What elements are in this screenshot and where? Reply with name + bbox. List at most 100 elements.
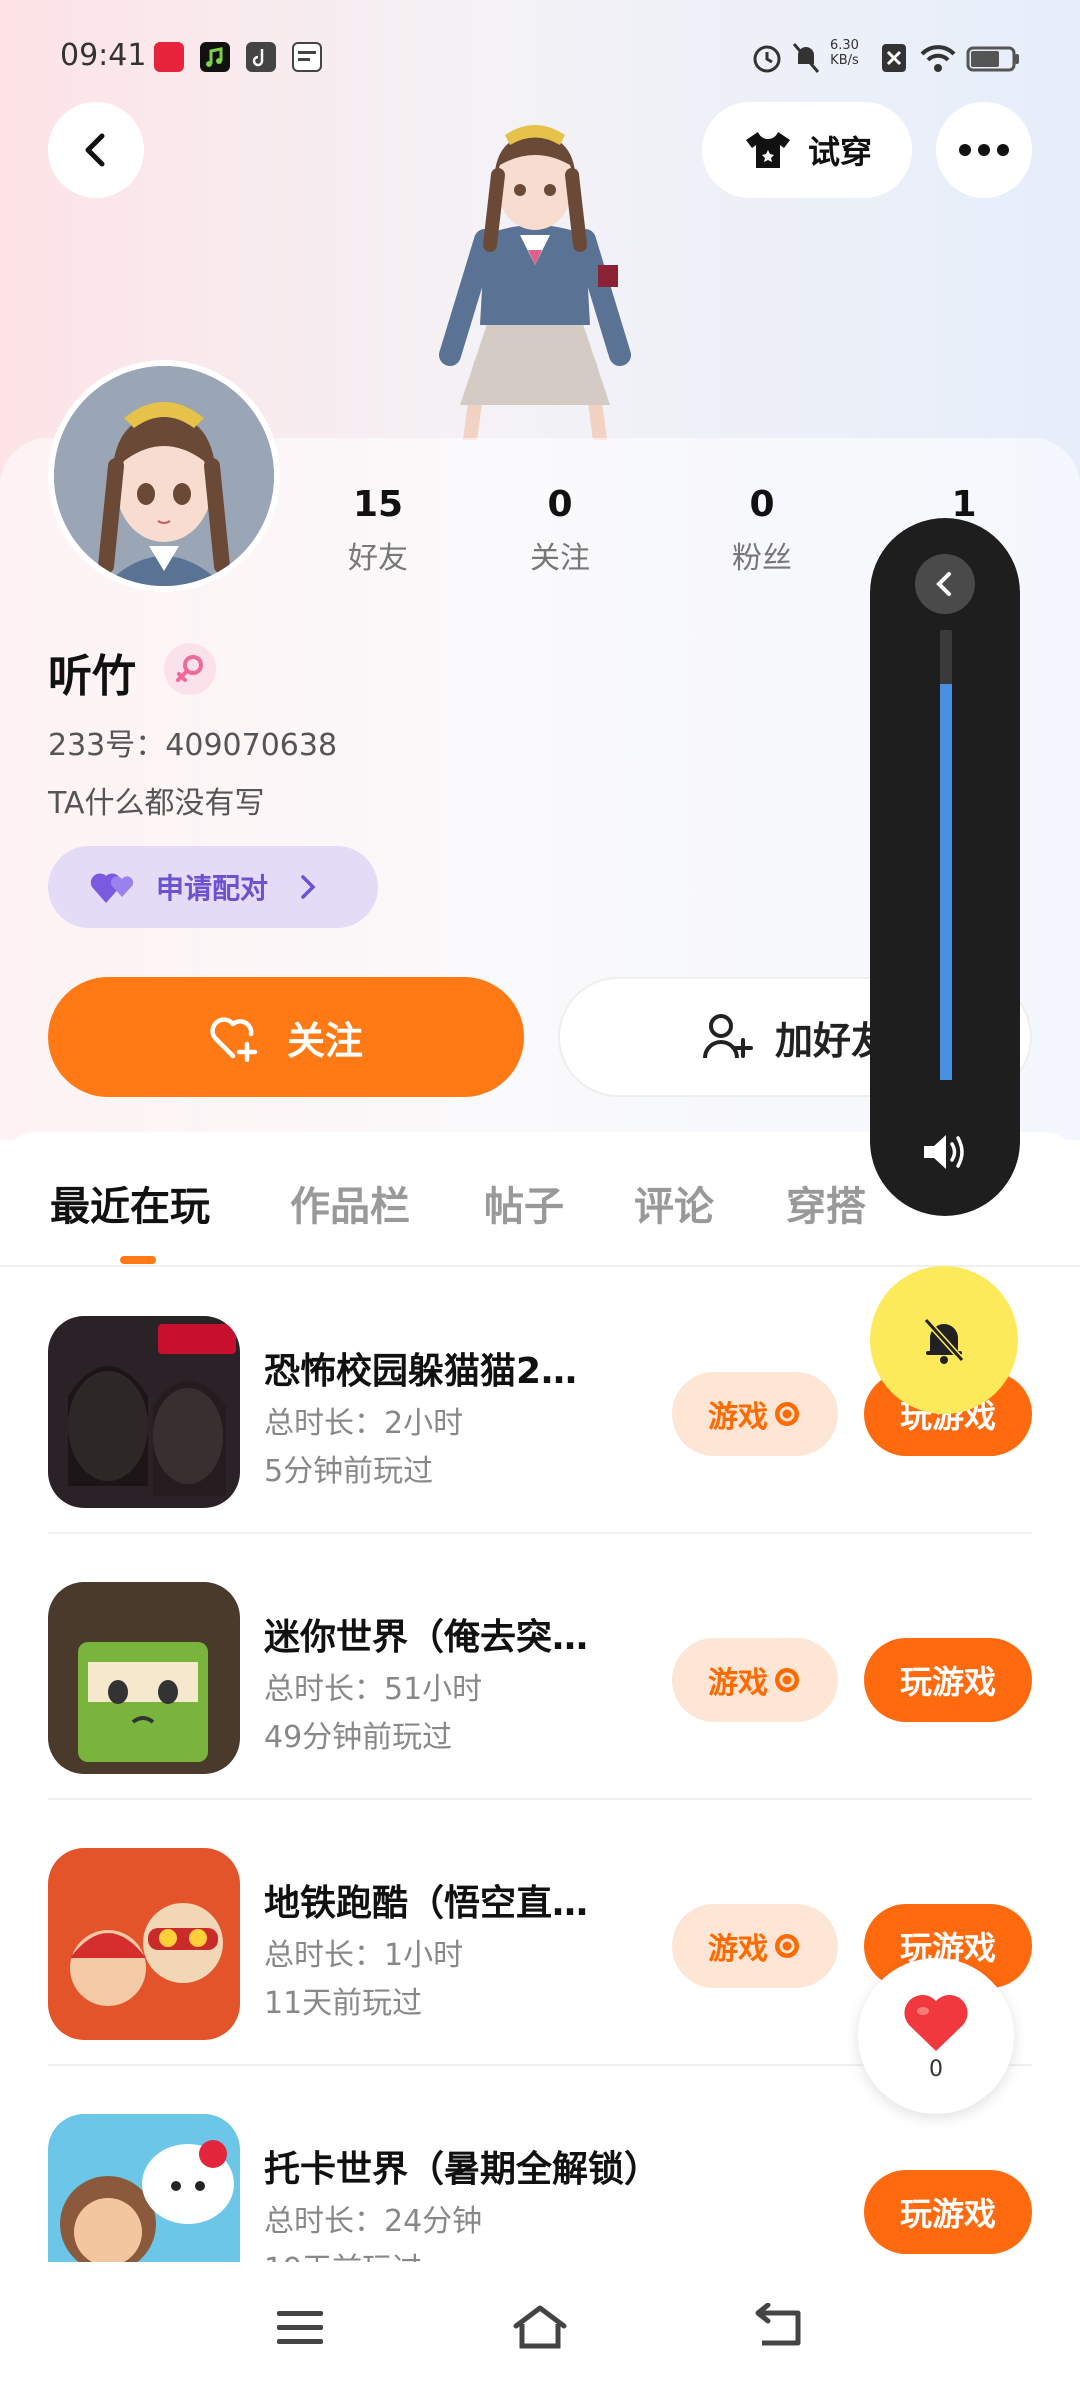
- home-icon: [513, 2305, 567, 2349]
- game-title: 地铁跑酷（悟空直…: [264, 1883, 589, 1924]
- like-count: 0: [929, 2056, 943, 2082]
- notification-app-icon: [154, 42, 184, 72]
- game-coin-label: 游戏: [708, 1400, 768, 1435]
- game-duration: 总时长：2小时: [264, 1406, 464, 1441]
- volume-slider-fill: [940, 684, 952, 1080]
- game-duration: 总时长：1小时: [264, 1938, 464, 1973]
- apply-pair-label: 申请配对: [156, 872, 269, 905]
- game-last-played: 19天前玩过: [264, 2244, 422, 2262]
- game-title: 恐怖校园躲猫猫2…: [264, 1351, 578, 1392]
- profile-bio: TA什么都没有写: [48, 786, 265, 821]
- chevron-right-icon: [301, 875, 316, 899]
- tab-comments[interactable]: 评论: [634, 1174, 714, 1232]
- stat-friends-value: 15: [352, 484, 404, 525]
- tab-posts[interactable]: 帖子: [484, 1174, 564, 1232]
- tiktok-app-icon: [246, 42, 276, 72]
- game-row[interactable]: 托卡世界（暑期全解锁） 总时长：24分钟 19天前玩过 玩游戏: [48, 2066, 1032, 2262]
- stat-fourth-value: 1: [951, 484, 977, 525]
- user-id-value: 409070638: [165, 728, 338, 763]
- character-figure: [439, 125, 631, 440]
- try-on-label: 试穿: [807, 133, 872, 171]
- tab-recent-played[interactable]: 最近在玩: [50, 1174, 210, 1232]
- coin-icon: [775, 1402, 799, 1426]
- stat-friends-label: 好友: [348, 541, 408, 576]
- follow-label: 关注: [286, 1018, 363, 1063]
- tab-outfits[interactable]: 穿搭: [786, 1174, 866, 1232]
- game-coin-label: 游戏: [708, 1932, 768, 1967]
- game-last-played: 5分钟前玩过: [264, 1454, 434, 1489]
- sim-off-icon: [882, 44, 906, 72]
- mute-icon: [792, 43, 820, 73]
- battery-icon: [966, 46, 1019, 72]
- more-button[interactable]: [936, 102, 1032, 198]
- stat-following[interactable]: 0 关注: [500, 484, 620, 577]
- avatar-image: [54, 366, 274, 586]
- nav-back-button[interactable]: [745, 2292, 815, 2362]
- tshirt-icon: [745, 132, 790, 168]
- play-game-button[interactable]: 玩游戏: [864, 1638, 1032, 1722]
- game-thumbnail: [48, 2114, 240, 2262]
- card-app-icon: [292, 42, 322, 72]
- back-button[interactable]: [48, 102, 144, 198]
- chevron-left-icon: [85, 133, 105, 167]
- volume-collapse-button[interactable]: [915, 554, 975, 614]
- game-thumbnail: [48, 1582, 240, 1774]
- stat-fans[interactable]: 0 粉丝: [702, 484, 822, 577]
- bell-off-icon: [923, 1317, 965, 1364]
- game-icon-hide-seek[interactable]: [48, 1316, 240, 1508]
- game-icon-toca-world[interactable]: [48, 2114, 240, 2262]
- more-dots-icon: [959, 144, 1009, 156]
- volume-speaker-button[interactable]: [915, 1122, 975, 1182]
- speaker-icon: [924, 1135, 964, 1169]
- mute-notification-button[interactable]: [870, 1266, 1018, 1414]
- heart-plus-icon: [210, 1017, 258, 1062]
- try-on-button[interactable]: 试穿: [702, 102, 912, 198]
- status-time: 09:41: [60, 38, 147, 73]
- coin-icon: [775, 1934, 799, 1958]
- menu-icon: [277, 2311, 323, 2344]
- female-icon: [176, 655, 203, 682]
- stat-fans-label: 粉丝: [732, 541, 792, 576]
- gender-badge: [164, 643, 216, 695]
- user-id: 233号：409070638: [48, 720, 337, 764]
- game-last-played: 11天前玩过: [264, 1986, 423, 2021]
- play-game-button[interactable]: 玩游戏: [864, 2170, 1032, 2254]
- game-thumbnail: [48, 1316, 240, 1508]
- game-last-played: 49分钟前玩过: [264, 1720, 453, 1755]
- return-icon: [755, 2303, 801, 2346]
- game-row[interactable]: 迷你世界（俺去突… 总时长：51小时 49分钟前玩过 游戏 玩游戏: [48, 1534, 1032, 1800]
- volume-slider[interactable]: [940, 630, 952, 1080]
- status-bar: 09:41 6.30 KB/s: [0, 0, 1080, 110]
- nav-menu-button[interactable]: [265, 2292, 335, 2362]
- game-duration: 总时长：51小时: [264, 1672, 483, 1707]
- apply-pair-button[interactable]: 申请配对: [48, 846, 378, 928]
- tab-works[interactable]: 作品栏: [290, 1174, 410, 1232]
- add-user-icon: [702, 1014, 753, 1059]
- music-app-icon: [200, 42, 230, 72]
- wifi-icon: [920, 45, 956, 72]
- stat-friends[interactable]: 15 好友: [318, 484, 438, 577]
- game-coin-label: 游戏: [708, 1666, 768, 1701]
- avatar[interactable]: [48, 360, 280, 592]
- coin-icon: [775, 1668, 799, 1692]
- user-id-label: 233号：: [48, 728, 166, 763]
- game-title: 迷你世界（俺去突…: [264, 1617, 589, 1658]
- stat-following-value: 0: [547, 484, 573, 525]
- game-duration: 总时长：24分钟: [264, 2204, 483, 2239]
- game-title: 托卡世界（暑期全解锁）: [264, 2149, 661, 2190]
- game-coin-button[interactable]: 游戏: [672, 1904, 838, 1988]
- game-coin-button[interactable]: 游戏: [672, 1372, 838, 1456]
- game-icon-subway-surfers[interactable]: [48, 1848, 240, 2040]
- stat-fans-value: 0: [749, 484, 775, 525]
- follow-button[interactable]: 关注: [48, 977, 524, 1097]
- system-nav-bar: [0, 2262, 1080, 2388]
- nav-home-button[interactable]: [505, 2292, 575, 2362]
- game-icon-mini-world[interactable]: [48, 1582, 240, 1774]
- game-coin-button[interactable]: 游戏: [672, 1638, 838, 1722]
- alarm-icon: [753, 45, 781, 73]
- volume-panel: [870, 518, 1020, 1216]
- like-button[interactable]: 0: [858, 1958, 1014, 2114]
- chevron-left-icon: [936, 572, 951, 596]
- network-speed: 6.30 KB/s: [830, 38, 859, 68]
- stat-following-label: 关注: [530, 541, 590, 576]
